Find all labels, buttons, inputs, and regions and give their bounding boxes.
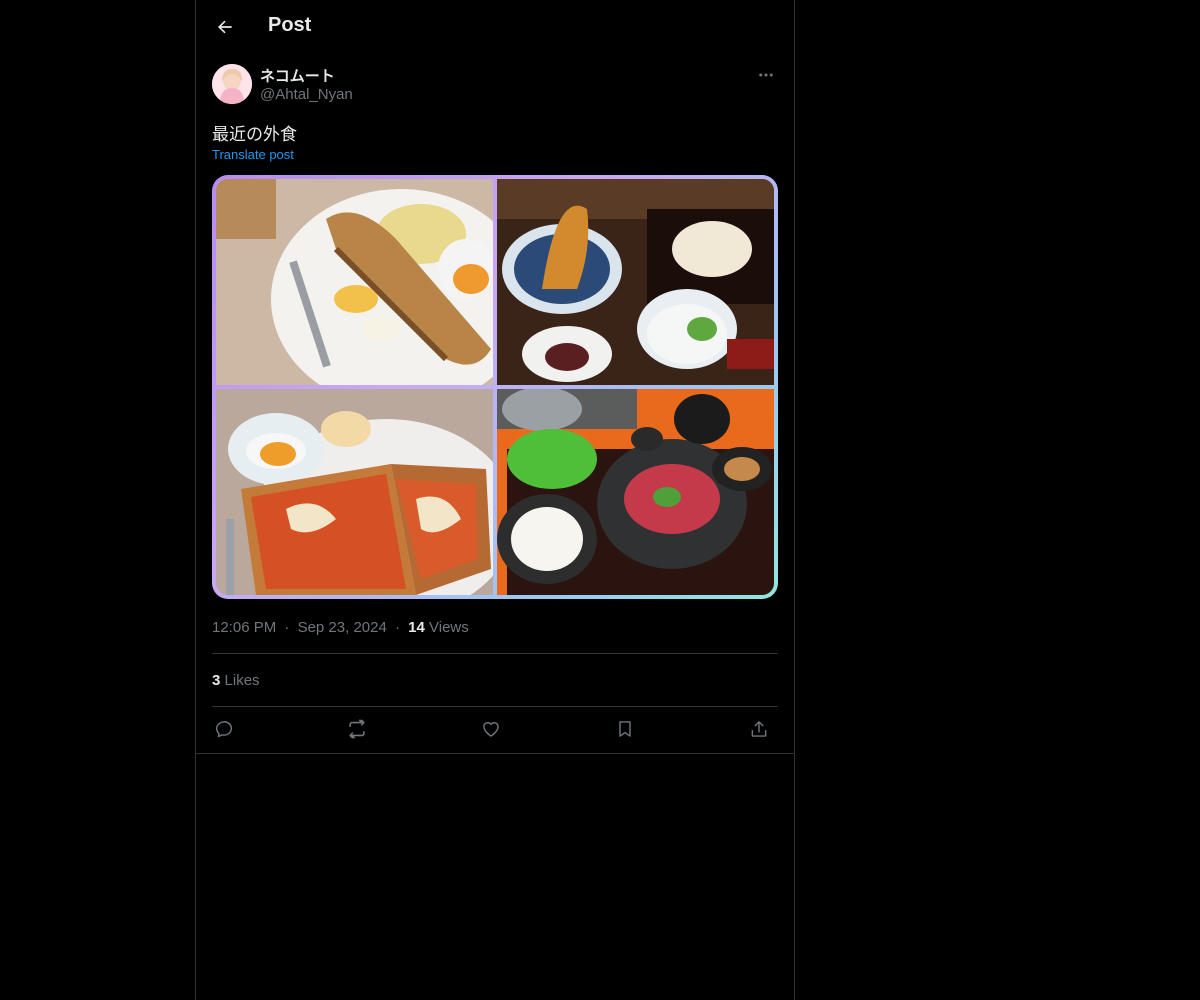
post-text: 最近の外食 (212, 125, 297, 144)
post-time[interactable]: 12:06 PM (212, 619, 276, 636)
bookmark-button[interactable] (608, 712, 642, 746)
media-photo-3[interactable] (216, 389, 493, 595)
likes-label: Likes (224, 672, 260, 689)
action-bar (212, 712, 778, 748)
views-count: 14 (408, 619, 425, 636)
like-button[interactable] (474, 712, 508, 746)
likes-row[interactable]: 3 Likes (212, 672, 260, 689)
share-button[interactable] (742, 712, 776, 746)
likes-count: 3 (212, 672, 221, 689)
share-icon (751, 721, 767, 737)
post-bottom-border (196, 753, 794, 754)
repost-button[interactable] (340, 712, 374, 746)
more-options-button[interactable] (754, 64, 778, 86)
media-gallery (212, 175, 778, 599)
reply-icon (215, 721, 233, 738)
media-photo-1[interactable] (216, 179, 493, 385)
media-photo-2[interactable] (497, 179, 774, 385)
meta-separator: · (284, 619, 290, 636)
meta-separator: · (394, 619, 400, 636)
author-display-name[interactable]: ネコムート (260, 65, 335, 86)
post-column: Post ネコムート @Ahtal_Nyan 最近の外食 Translate p… (195, 0, 795, 1000)
author-handle[interactable]: @Ahtal_Nyan (260, 86, 353, 103)
reply-button[interactable] (207, 712, 241, 746)
more-horizontal-icon (759, 73, 773, 77)
author-row: ネコムート @Ahtal_Nyan (212, 64, 778, 108)
like-icon (483, 722, 499, 737)
divider (212, 706, 778, 707)
back-button[interactable] (208, 10, 242, 44)
divider (212, 653, 778, 654)
page-title: Post (268, 14, 312, 36)
post-date[interactable]: Sep 23, 2024 (298, 619, 387, 636)
avatar[interactable] (212, 64, 252, 104)
media-photo-4[interactable] (497, 389, 774, 595)
translate-post-link[interactable]: Translate post (212, 147, 294, 162)
arrow-left-icon (218, 20, 232, 34)
post-meta: 12:06 PM · Sep 23, 2024 · 14 Views (212, 619, 469, 636)
repost-icon (349, 719, 365, 739)
post-header: Post (196, 0, 794, 53)
views-label: Views (429, 619, 469, 636)
bookmark-icon (619, 721, 631, 737)
